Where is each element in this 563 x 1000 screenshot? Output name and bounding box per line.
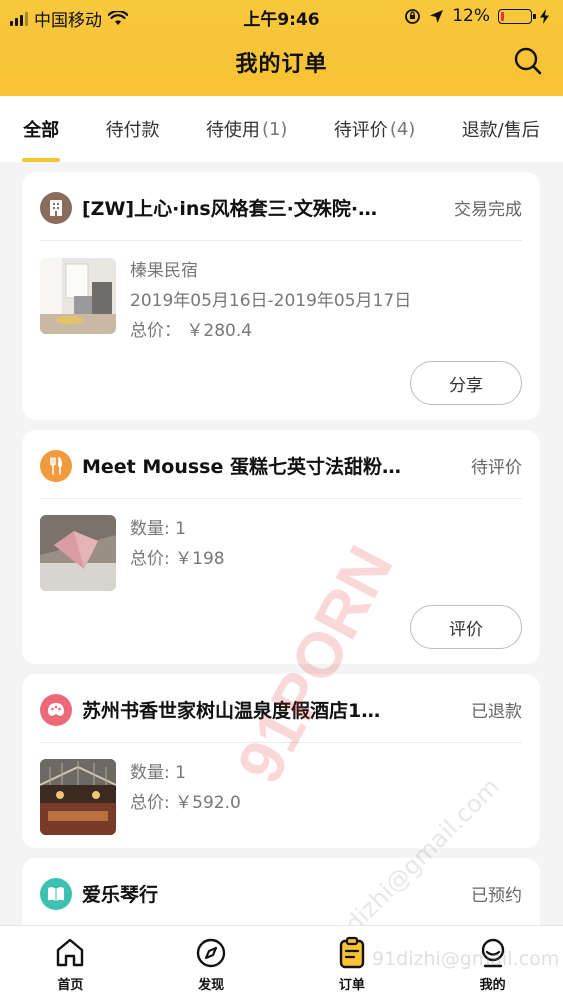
product-title: 榛果民宿 (130, 261, 198, 281)
shop-name[interactable]: [ZW]上心·ins风格套三·文殊院·… (82, 194, 422, 221)
order-card[interactable]: [ZW]上心·ins风格套三·文殊院·… 交易完成 榛果民宿 2019年05月1… (22, 172, 540, 420)
status-bar: 中国移动 上午9:46 12% (0, 0, 563, 32)
total-price: 总价: ￥198 (130, 549, 225, 569)
order-tabs: 全部 待付款 待使用 (1) 待评价 (4) 退款/售后 (0, 96, 563, 162)
tab-label: 待评价 (333, 120, 388, 141)
product-thumbnail[interactable] (40, 759, 116, 835)
stay-dates: 2019年05月16日-2019年05月17日 (130, 291, 412, 311)
review-button[interactable]: 评价 (410, 605, 522, 649)
order-card[interactable]: 苏州书香世家树山温泉度假酒店1… 已退款 数量: 1 总价: ￥592.0 (22, 674, 540, 848)
tab-label: 待付款 (105, 120, 160, 141)
game-controller-icon (40, 694, 72, 726)
book-icon (40, 878, 72, 910)
order-status: 已预约 (471, 886, 522, 906)
tab-pending-use[interactable]: 待使用 (1) (202, 96, 292, 162)
product-thumbnail[interactable] (40, 515, 116, 591)
tab-label: 待使用 (205, 120, 260, 141)
total-price: 总价： ￥280.4 (130, 321, 253, 341)
order-status: 交易完成 (454, 200, 522, 220)
shop-name[interactable]: Meet Mousse 蛋糕七英寸法甜粉… (82, 452, 422, 479)
tab-pending-review[interactable]: 待评价 (4) (330, 96, 420, 162)
fork-knife-icon (40, 450, 72, 482)
tab-label: 全部 (23, 120, 60, 141)
header-bar: 中国移动 上午9:46 12% 我的订单 (0, 0, 563, 96)
tab-label: 退款/售后 (461, 120, 540, 141)
share-button[interactable]: 分享 (410, 361, 522, 405)
building-icon (40, 192, 72, 224)
nav-label: 发现 (198, 978, 225, 993)
tab-pending-payment[interactable]: 待付款 (102, 96, 164, 162)
total-price: 总价: ￥592.0 (130, 793, 241, 813)
divider (40, 742, 522, 743)
rotation-lock-icon (405, 8, 421, 24)
nav-label: 我的 (479, 978, 506, 993)
charging-icon (540, 8, 549, 24)
tab-count: (1) (261, 118, 288, 140)
tab-all[interactable]: 全部 (19, 96, 63, 162)
order-status: 待评价 (471, 458, 522, 478)
order-details: 数量: 1 总价: ￥592.0 (130, 758, 241, 818)
location-icon (430, 9, 444, 23)
tab-count: (4) (389, 118, 416, 140)
shop-name[interactable]: 苏州书香世家树山温泉度假酒店1… (82, 696, 422, 723)
battery-percent: 12% (452, 6, 490, 26)
order-clipboard-icon (339, 936, 365, 969)
nav-label: 首页 (57, 978, 84, 993)
quantity: 数量: 1 (130, 519, 186, 539)
order-details: 榛果民宿 2019年05月16日-2019年05月17日 总价： ￥280.4 (130, 256, 411, 346)
nav-orders[interactable]: 订单 (302, 926, 402, 1000)
nav-home[interactable]: 首页 (20, 926, 120, 1000)
order-card[interactable]: Meet Mousse 蛋糕七英寸法甜粉… 待评价 数量: 1 总价: ￥198… (22, 430, 540, 664)
nav-discover[interactable]: 发现 (161, 926, 261, 1000)
divider (40, 240, 522, 241)
bottom-nav: 首页 发现 订单 我的 (0, 925, 563, 1000)
divider (40, 498, 522, 499)
home-icon (57, 938, 84, 967)
tab-refund-aftersales[interactable]: 退款/售后 (458, 96, 544, 162)
order-status: 已退款 (471, 702, 522, 722)
shop-name[interactable]: 爱乐琴行 (82, 880, 422, 907)
nav-label: 订单 (338, 978, 365, 993)
battery-icon (498, 8, 536, 24)
quantity: 数量: 1 (130, 763, 186, 783)
nav-profile[interactable]: 我的 (443, 926, 543, 1000)
profile-icon (481, 938, 504, 968)
compass-icon (196, 938, 226, 968)
product-thumbnail[interactable] (40, 258, 116, 334)
page-title: 我的订单 (235, 52, 328, 77)
order-details: 数量: 1 总价: ￥198 (130, 514, 225, 574)
search-icon[interactable] (513, 46, 543, 76)
